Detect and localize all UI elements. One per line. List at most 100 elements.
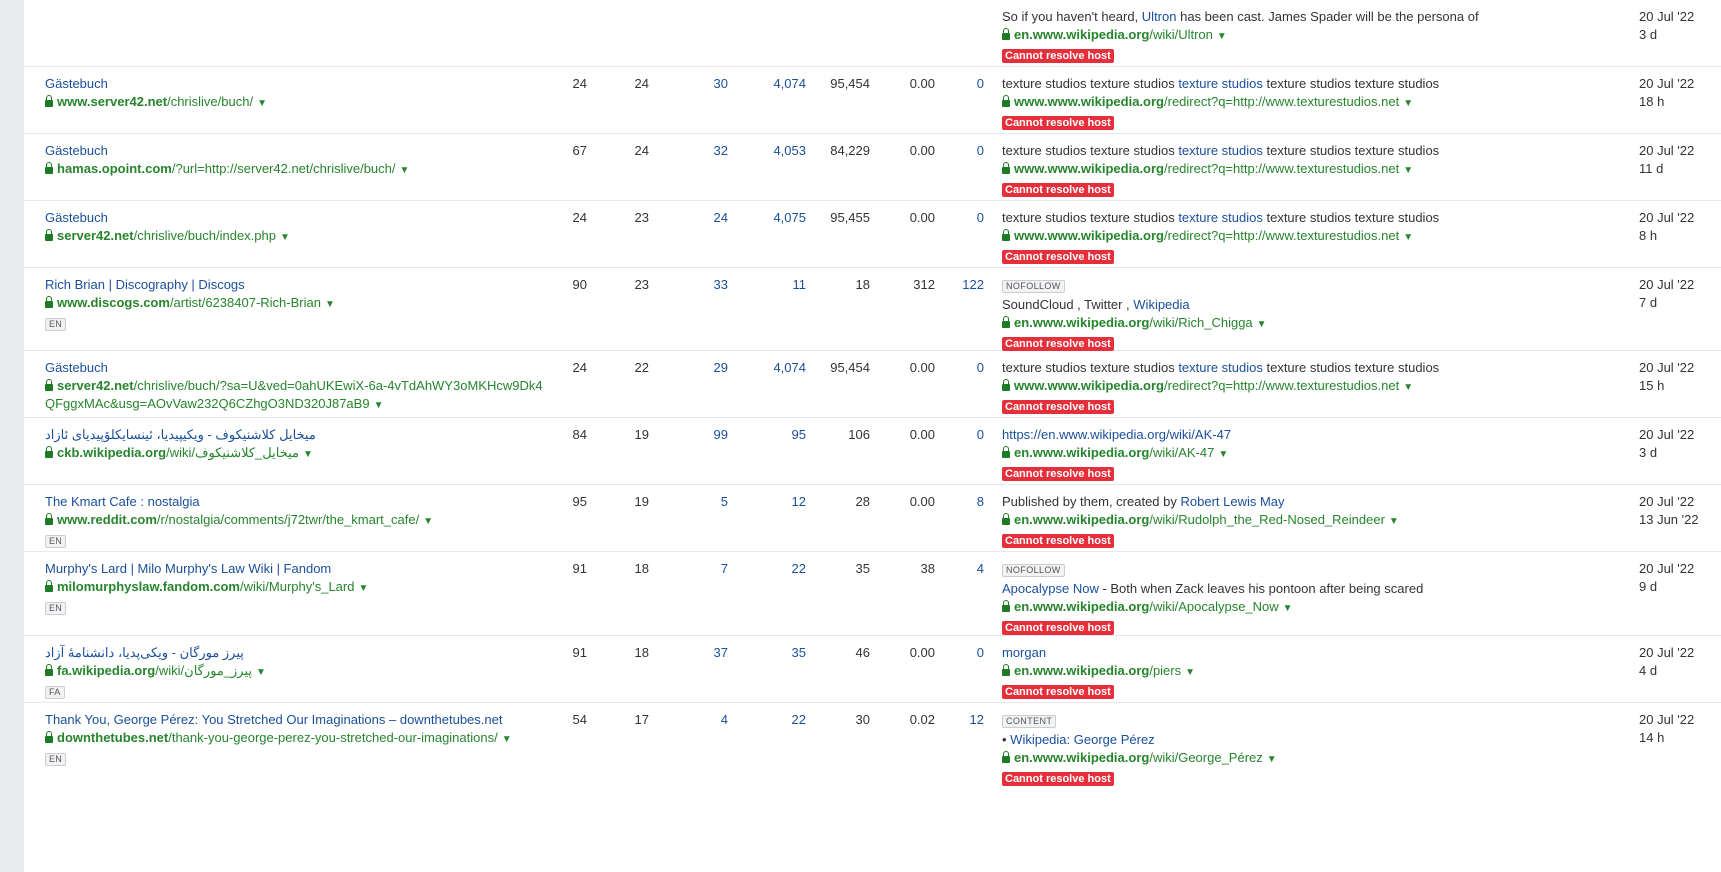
date-cell: 20 Jul '22 7 d [1639, 276, 1719, 312]
anchor-link[interactable]: texture studios [1178, 76, 1263, 91]
table-row: پیرز مورگان - ویکی‌پدیا، دانشنامهٔ آزاد … [24, 636, 1721, 703]
date-cell: 20 Jul '22 18 h [1639, 75, 1719, 111]
referring-page-title[interactable]: Murphy's Lard | Milo Murphy's Law Wiki |… [45, 560, 550, 578]
referring-page-title[interactable]: Gästebuch [45, 359, 550, 377]
chevron-down-icon[interactable]: ▼ [374, 400, 384, 411]
anchor-link[interactable]: morgan [1002, 645, 1046, 660]
chevron-down-icon[interactable]: ▼ [257, 98, 267, 109]
referring-page-title[interactable]: میخایل کلاشنیکوف - ویکیپیدیا، ئینسایکلۆپ… [45, 426, 550, 444]
referring-page-url[interactable]: www.server42.net/chrislive/buch/▼ [45, 93, 550, 113]
referring-page-title[interactable]: Thank You, George Pérez: You Stretched O… [45, 711, 550, 729]
chevron-down-icon[interactable]: ▼ [1217, 31, 1227, 42]
keywords-link[interactable]: 0 [904, 209, 984, 227]
keywords-link[interactable]: 0 [904, 426, 984, 444]
chevron-down-icon[interactable]: ▼ [423, 516, 433, 527]
chevron-down-icon[interactable]: ▼ [325, 299, 335, 310]
referring-page-cell: میخایل کلاشنیکوف - ویکیپیدیا، ئینسایکلۆپ… [45, 426, 550, 464]
referring-domains-link[interactable]: 29 [629, 359, 728, 377]
anchor-link[interactable]: texture studios [1178, 210, 1263, 225]
keywords-link[interactable]: 122 [904, 276, 984, 294]
keywords-link[interactable]: 0 [904, 142, 984, 160]
anchor-link[interactable]: texture studios [1178, 143, 1263, 158]
target-url[interactable]: en.www.wikipedia.org/piers ▼ [1002, 662, 1592, 682]
referring-page-cell: Gästebuch hamas.opoint.com/?url=http://s… [45, 142, 550, 180]
last-seen-date: 9 d [1639, 579, 1658, 594]
referring-page-url[interactable]: server42.net/chrislive/buch/?sa=U&ved=0a… [45, 377, 550, 415]
keywords-link[interactable]: 12 [904, 711, 984, 729]
anchor-link[interactable]: https://en.www.wikipedia.org/wiki/AK-47 [1002, 427, 1231, 442]
referring-page-title[interactable]: Rich Brian | Discography | Discogs [45, 276, 550, 294]
chevron-down-icon[interactable]: ▼ [1403, 98, 1413, 109]
referring-page-url[interactable]: server42.net/chrislive/buch/index.php ▼ [45, 227, 550, 247]
chevron-down-icon[interactable]: ▼ [1257, 319, 1267, 330]
referring-domains-link[interactable]: 99 [629, 426, 728, 444]
chevron-down-icon[interactable]: ▼ [1403, 232, 1413, 243]
target-url[interactable]: www.www.wikipedia.org/redirect?q=http://… [1002, 160, 1592, 180]
referring-page-url[interactable]: ckb.wikipedia.org/wiki/میخایل_کلاشنیکوف ▼ [45, 444, 550, 464]
anchor-link[interactable]: Wikipedia [1133, 297, 1189, 312]
error-badge: Cannot resolve host [1002, 337, 1114, 351]
chevron-down-icon[interactable]: ▼ [1403, 165, 1413, 176]
keywords-link[interactable]: 8 [904, 493, 984, 511]
chevron-down-icon[interactable]: ▼ [1267, 754, 1277, 765]
keywords-link[interactable]: 0 [904, 644, 984, 662]
referring-page-title[interactable]: Gästebuch [45, 142, 550, 160]
lock-icon [45, 229, 53, 241]
chevron-down-icon[interactable]: ▼ [1283, 603, 1293, 614]
anchor-target-cell: texture studios texture studios texture … [1002, 75, 1592, 131]
anchor-link[interactable]: Robert Lewis May [1181, 494, 1285, 509]
referring-domains-link[interactable]: 24 [629, 209, 728, 227]
referring-domains-link[interactable]: 32 [629, 142, 728, 160]
link-type-tag: NOFOLLOW [1002, 564, 1065, 577]
referring-page-title[interactable]: The Kmart Cafe : nostalgia [45, 493, 550, 511]
keywords-link[interactable]: 4 [904, 560, 984, 578]
referring-domains-link[interactable]: 37 [629, 644, 728, 662]
keywords-link[interactable]: 0 [904, 75, 984, 93]
chevron-down-icon[interactable]: ▼ [1389, 516, 1399, 527]
target-url[interactable]: en.www.wikipedia.org/wiki/AK-47 ▼ [1002, 444, 1592, 464]
keywords-link[interactable]: 0 [904, 359, 984, 377]
lock-icon [1002, 600, 1010, 612]
anchor-text: • Wikipedia: George Pérez [1002, 732, 1155, 747]
referring-domains-link[interactable]: 7 [629, 560, 728, 578]
chevron-down-icon[interactable]: ▼ [1403, 382, 1413, 393]
error-badge: Cannot resolve host [1002, 621, 1114, 635]
anchor-link[interactable]: texture studios [1178, 360, 1263, 375]
anchor-link[interactable]: Ultron [1142, 9, 1177, 24]
chevron-down-icon[interactable]: ▼ [1218, 449, 1228, 460]
date-cell: 20 Jul '22 9 d [1639, 560, 1719, 596]
target-url[interactable]: en.www.wikipedia.org/wiki/George_Pérez ▼ [1002, 749, 1592, 769]
chevron-down-icon[interactable]: ▼ [256, 667, 266, 678]
target-url[interactable]: www.www.wikipedia.org/redirect?q=http://… [1002, 93, 1592, 113]
chevron-down-icon[interactable]: ▼ [400, 165, 410, 176]
referring-page-title[interactable]: پیرز مورگان - ویکی‌پدیا، دانشنامهٔ آزاد [45, 644, 550, 662]
referring-page-url[interactable]: www.discogs.com/artist/6238407-Rich-Bria… [45, 294, 550, 314]
target-url[interactable]: en.www.wikipedia.org/wiki/Ultron ▼ [1002, 26, 1592, 46]
anchor-link[interactable]: Wikipedia: George Pérez [1010, 732, 1155, 747]
referring-page-title[interactable]: Gästebuch [45, 209, 550, 227]
chevron-down-icon[interactable]: ▼ [502, 734, 512, 745]
referring-domains-link[interactable]: 30 [629, 75, 728, 93]
lock-icon [1002, 446, 1010, 458]
referring-domains-link[interactable]: 33 [629, 276, 728, 294]
last-seen-date: 13 Jun '22 [1639, 512, 1699, 527]
target-url[interactable]: en.www.wikipedia.org/wiki/Rudolph_the_Re… [1002, 511, 1592, 531]
referring-domains-link[interactable]: 4 [629, 711, 728, 729]
referring-page-title[interactable]: Gästebuch [45, 75, 550, 93]
referring-page-url[interactable]: hamas.opoint.com/?url=http://server42.ne… [45, 160, 550, 180]
referring-domains-link[interactable]: 5 [629, 493, 728, 511]
target-url[interactable]: www.www.wikipedia.org/redirect?q=http://… [1002, 377, 1592, 397]
target-url[interactable]: en.www.wikipedia.org/wiki/Apocalypse_Now… [1002, 598, 1592, 618]
referring-page-url[interactable]: fa.wikipedia.org/wiki/پیرز_مورگان ▼ [45, 662, 550, 682]
referring-page-url[interactable]: downthetubes.net/thank-you-george-perez-… [45, 729, 550, 749]
chevron-down-icon[interactable]: ▼ [303, 449, 313, 460]
chevron-down-icon[interactable]: ▼ [1185, 667, 1195, 678]
table-row: Gästebuch server42.net/chrislive/buch/in… [24, 201, 1721, 268]
referring-page-url[interactable]: milomurphyslaw.fandom.com/wiki/Murphy's_… [45, 578, 550, 598]
target-url[interactable]: www.www.wikipedia.org/redirect?q=http://… [1002, 227, 1592, 247]
target-url[interactable]: en.www.wikipedia.org/wiki/Rich_Chigga ▼ [1002, 314, 1592, 334]
chevron-down-icon[interactable]: ▼ [280, 232, 290, 243]
anchor-link[interactable]: Apocalypse Now [1002, 581, 1099, 596]
chevron-down-icon[interactable]: ▼ [358, 583, 368, 594]
referring-page-url[interactable]: www.reddit.com/r/nostalgia/comments/j72t… [45, 511, 550, 531]
